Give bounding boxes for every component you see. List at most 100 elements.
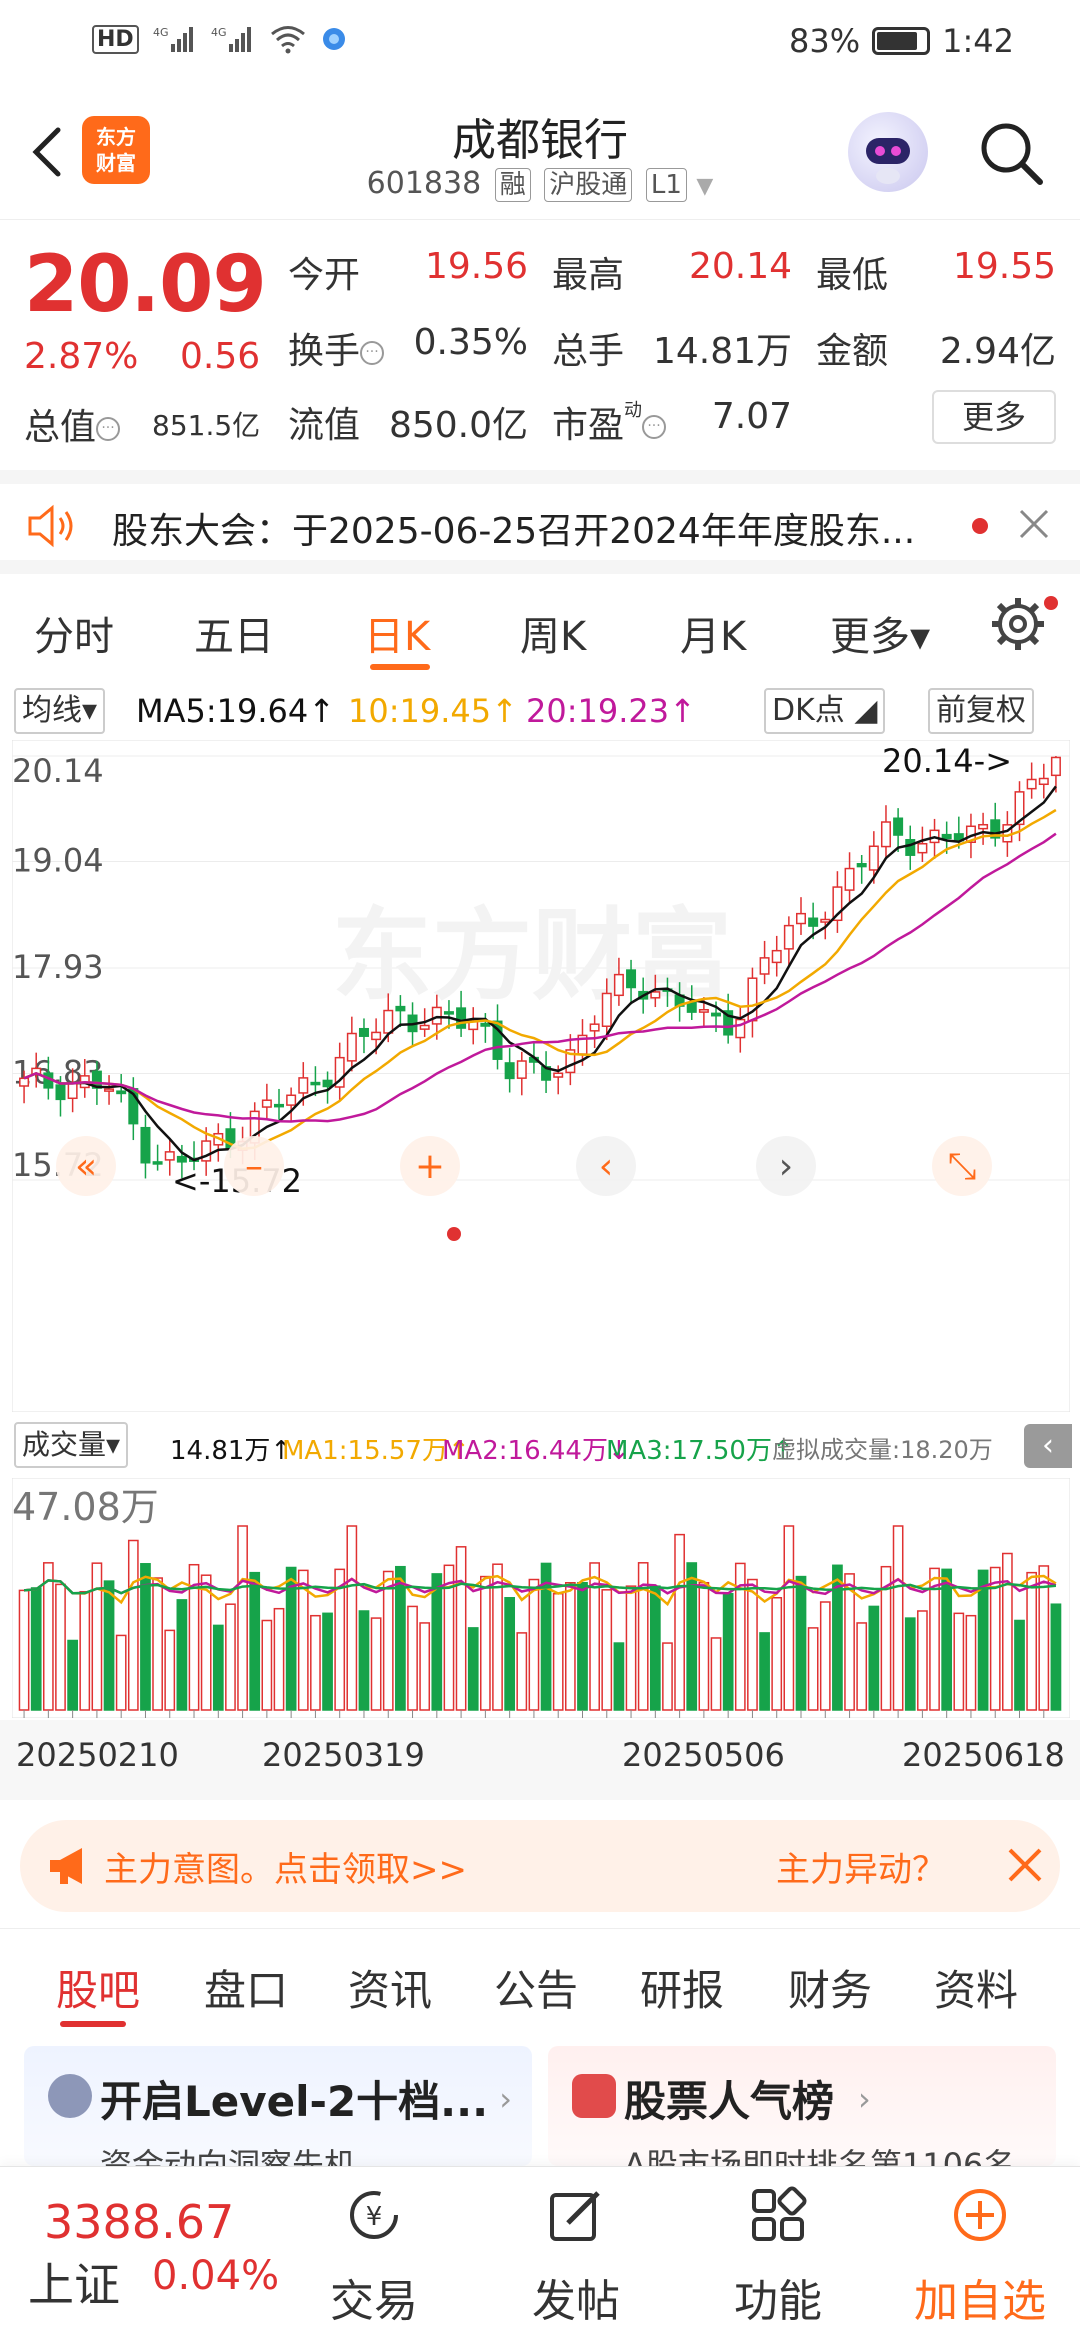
volume-bar xyxy=(1014,1619,1025,1711)
search-icon[interactable] xyxy=(976,118,1046,188)
ma-selector[interactable]: 均线▾ xyxy=(14,688,106,734)
chevron-right-icon: › xyxy=(499,2080,512,2118)
price-tick-label: 17.93 xyxy=(12,948,104,986)
promo-link[interactable]: 主力异动？ xyxy=(776,1842,946,1891)
volume-bar xyxy=(807,1627,819,1711)
dk-point-selector[interactable]: DK点 ◢ xyxy=(764,688,886,734)
volume-bar xyxy=(674,1533,685,1711)
gear-icon[interactable] xyxy=(990,596,1046,652)
volume-bar xyxy=(1050,1603,1062,1711)
tag-level: L1 xyxy=(645,168,687,202)
candle xyxy=(152,1161,163,1165)
close-icon[interactable] xyxy=(1006,1846,1044,1884)
nav-add-watchlist[interactable]: 加自选 xyxy=(910,2185,1050,2329)
volume-bar xyxy=(795,1575,807,1711)
tab-announcements[interactable]: 公告 xyxy=(494,1957,578,2018)
candle xyxy=(553,1072,564,1078)
settings-badge-dot xyxy=(1044,596,1058,610)
volume-bar xyxy=(18,1589,30,1711)
candle xyxy=(504,1062,515,1080)
trade-icon: ¥ xyxy=(350,2191,398,2239)
info-icon[interactable]: ··· xyxy=(96,417,121,441)
volume-bar xyxy=(819,1601,831,1711)
tab-orderbook[interactable]: 盘口 xyxy=(204,1957,288,2018)
volume-bar xyxy=(662,1642,673,1711)
signal-4g-icon: 4G xyxy=(153,26,193,52)
nav-functions[interactable]: 功能 xyxy=(708,2185,848,2329)
tab-intraday[interactable]: 分时 xyxy=(34,604,114,662)
popularity-card[interactable]: 股票人气榜 A股市场即时排名第1106名 › xyxy=(548,2046,1056,2166)
edit-icon xyxy=(550,2191,600,2241)
signal-4g-icon: 4G xyxy=(211,26,251,52)
tab-monthly-k[interactable]: 月K xyxy=(680,604,746,662)
more-quote-button[interactable]: 更多 xyxy=(932,390,1056,444)
volume-bar xyxy=(42,1562,54,1711)
tab-forum[interactable]: 股吧 xyxy=(56,1957,140,2018)
tab-weekly-k[interactable]: 周K xyxy=(520,604,586,662)
tab-profile[interactable]: 资料 xyxy=(934,1957,1018,2018)
candle xyxy=(1050,756,1061,777)
volume-bar xyxy=(225,1603,236,1711)
volume-chart[interactable]: 47.08万 xyxy=(12,1478,1070,1718)
volume-bar xyxy=(977,1569,989,1711)
promo-banner[interactable]: 主力意图。点击领取>> 主力异动？ xyxy=(20,1820,1060,1912)
ai-assistant-icon[interactable] xyxy=(848,112,928,192)
volume-bar xyxy=(67,1639,78,1711)
info-icon[interactable]: ··· xyxy=(360,341,385,365)
date-axis: 20250210 20250319 20250506 20250618 xyxy=(0,1720,1080,1800)
svg-text:¥: ¥ xyxy=(366,2202,383,2232)
high-label: 最高 xyxy=(552,255,625,296)
candle xyxy=(856,863,867,868)
info-icon[interactable]: ··· xyxy=(642,415,667,439)
candle xyxy=(917,843,928,854)
candle xyxy=(626,969,637,989)
active-tab-underline xyxy=(370,664,430,670)
tab-more[interactable]: 更多▾ xyxy=(830,604,930,662)
adjust-selector[interactable]: 前复权 xyxy=(928,688,1034,734)
collapse-panel-icon[interactable]: ‹ xyxy=(1024,1424,1072,1468)
volume-bar xyxy=(419,1622,431,1711)
tab-financials[interactable]: 财务 xyxy=(788,1957,872,2018)
zoom-out-icon-glyph: – xyxy=(245,1146,263,1187)
nav-post[interactable]: 发帖 xyxy=(506,2185,646,2329)
nav-trade[interactable]: ¥ 交易 xyxy=(304,2185,444,2329)
volume-bar xyxy=(346,1525,358,1711)
volume-selector[interactable]: 成交量▾ xyxy=(14,1422,129,1468)
pe-label: 市盈动··· xyxy=(552,396,667,448)
volume-bar xyxy=(55,1583,66,1711)
battery-percent: 83% xyxy=(789,22,861,60)
battery-icon xyxy=(872,27,931,55)
amount-value: 2.94亿 xyxy=(939,331,1056,372)
ma-indicator-bar: 均线▾ MA5:19.64↑ 10:19.45↑ 20:19.23↑ DK点 ◢… xyxy=(0,684,1080,736)
candle xyxy=(589,1023,600,1032)
tab-daily-k[interactable]: 日K xyxy=(364,604,430,662)
volume-bar xyxy=(759,1632,770,1711)
tab-five-day[interactable]: 五日 xyxy=(194,604,274,662)
volume-bar xyxy=(577,1581,588,1711)
market-cap-label: 总值 ··· xyxy=(24,398,121,450)
candle xyxy=(371,1031,382,1041)
card-subtitle: A股市场即时排名第1106名 xyxy=(624,2146,1016,2166)
tab-research[interactable]: 研报 xyxy=(640,1957,724,2018)
float-cap-label: 流值 xyxy=(288,405,361,446)
candle xyxy=(298,1077,309,1094)
candle xyxy=(759,957,770,975)
volume-bar xyxy=(783,1525,795,1711)
level2-card[interactable]: 开启Level-2十档... 资金动向洞察先机 › xyxy=(24,2046,532,2166)
candle xyxy=(358,1027,369,1037)
kline-chart[interactable]: 东方财富 20.1419.0417.9316.8315.72 20.14-> <… xyxy=(12,740,1070,1412)
announcement-text[interactable]: 股东大会：于2025-06-25召开2024年年度股东... xyxy=(112,502,942,554)
close-icon[interactable] xyxy=(1018,508,1050,540)
volume-indicator-bar: 成交量▾ 14.81万↑ MA1:15.57万↑ MA2:16.44万↓ MA3… xyxy=(0,1416,1080,1476)
volume-label: 总手 xyxy=(552,331,625,372)
volume-bar xyxy=(625,1585,637,1711)
promo-text[interactable]: 主力意图。点击领取>> xyxy=(104,1842,467,1891)
volume-bar xyxy=(431,1573,443,1711)
candle xyxy=(104,1088,115,1092)
tab-news[interactable]: 资讯 xyxy=(348,1957,432,2018)
announcement-bar[interactable]: 股东大会：于2025-06-25召开2024年年度股东... xyxy=(0,470,1080,574)
candle xyxy=(1026,778,1037,790)
speaker-icon xyxy=(28,504,73,548)
hd-icon: HD xyxy=(92,24,139,54)
volume-bar xyxy=(261,1619,273,1711)
